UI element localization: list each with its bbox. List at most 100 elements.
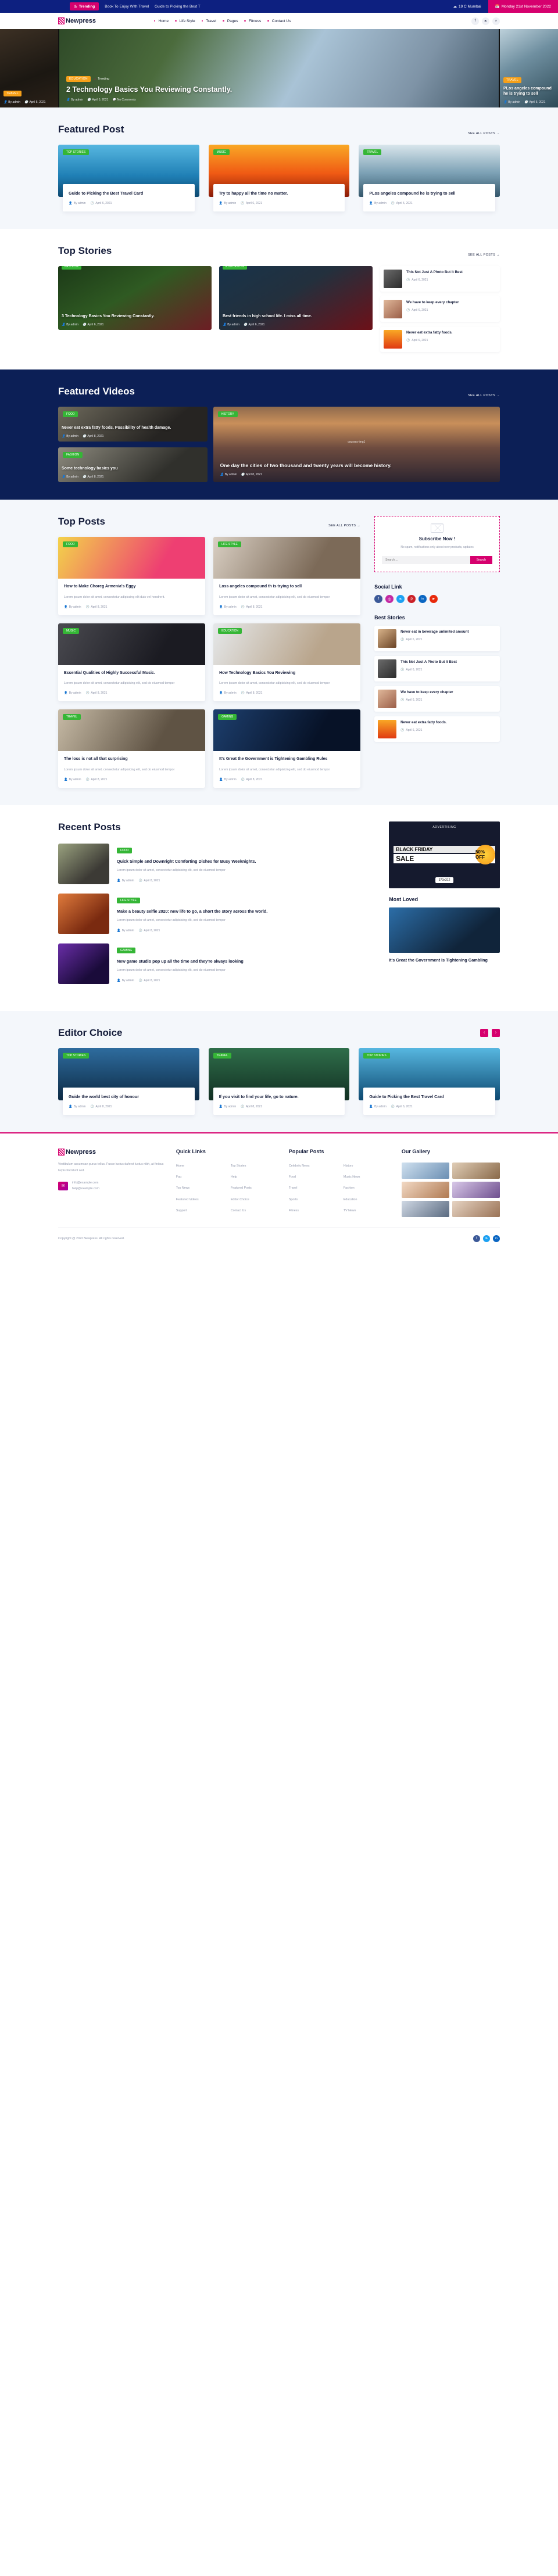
pinterest-icon[interactable]: p <box>407 594 416 603</box>
twitter-icon[interactable]: ❧ <box>482 17 489 25</box>
footer-link[interactable]: History <box>344 1163 392 1170</box>
search-input[interactable] <box>382 555 470 564</box>
best-stories-list-item[interactable]: This Not Just A Photo But It Best 🕑 April… <box>374 655 500 681</box>
advertisement-banner[interactable]: ADVERTISING BLACK FRIDAY SALE 50% OFF 37… <box>389 821 500 888</box>
footer-link[interactable]: Top News <box>176 1185 225 1192</box>
nav-item-contact-us[interactable]: Contact Us <box>267 19 291 23</box>
top-post-card[interactable]: LIFE STYLE Loss angeles compound th is t… <box>213 537 361 615</box>
site-logo[interactable]: Newpress <box>58 17 96 24</box>
top-story-card[interactable]: FASHION 3 Technology Basics You Reviewin… <box>58 266 212 331</box>
clock-icon: 🕑 <box>83 323 87 327</box>
prev-arrow-icon[interactable]: ‹ <box>480 1028 488 1037</box>
featured-video-card[interactable]: FOOD Never eat extra fatty foods. Possib… <box>58 407 208 442</box>
gallery-thumb[interactable] <box>452 1181 500 1198</box>
facebook-icon[interactable]: f <box>473 1235 480 1242</box>
footer-contact[interactable]: ✉ info@example.com help@example.com <box>58 1180 167 1192</box>
footer-link[interactable]: Featured Posts <box>231 1185 280 1192</box>
editor-choice-card[interactable]: TOP STORIES Guide the world best city of… <box>58 1047 199 1115</box>
footer-link[interactable]: Travel <box>289 1185 338 1192</box>
user-icon: 👤 <box>223 323 227 327</box>
gallery-thumb[interactable] <box>401 1162 449 1179</box>
footer-link[interactable]: Faq <box>176 1174 225 1181</box>
linkedin-icon[interactable]: in <box>419 594 427 603</box>
best-stories-list-item[interactable]: Never eat in beverage unlimited amount 🕑… <box>374 625 500 651</box>
topbar-item-1[interactable]: Guide to Picking the Best T <box>155 5 201 9</box>
featured-video-card[interactable]: FASHION Some technology basics you 👤 By a… <box>58 447 208 483</box>
footer-link[interactable]: Home <box>176 1163 225 1170</box>
footer-link[interactable]: Featured Videos <box>176 1196 225 1204</box>
top-post-card[interactable]: GAMING It's Great the Government is Tigh… <box>213 709 361 788</box>
footer-link[interactable]: Support <box>176 1207 225 1215</box>
footer-link[interactable]: Help <box>231 1174 280 1181</box>
hero-slide-right[interactable]: TRAVEL PLos angeles compound he is tryin… <box>500 29 558 107</box>
footer-link[interactable]: Editor Choice <box>231 1196 280 1204</box>
most-loved-card[interactable]: It's Great the Government is Tightening … <box>389 907 500 963</box>
footer-link[interactable]: Fitness <box>289 1207 338 1215</box>
youtube-icon[interactable]: ▶ <box>430 594 438 603</box>
nav-item-life-style[interactable]: Life Style <box>175 19 195 23</box>
trending-badge[interactable]: ♨ Trending <box>70 2 99 10</box>
best-stories-list-item[interactable]: Never eat extra fatty foods. 🕑 April 6, 2… <box>374 716 500 742</box>
facebook-icon[interactable]: f <box>374 594 383 603</box>
top-post-title: The loss is not all that surprising <box>64 757 128 762</box>
featured-post-see-all[interactable]: SEE ALL POSTS → <box>468 132 500 135</box>
recent-post-item[interactable]: LIFE STYLE Make a beauty selfie 2020: ne… <box>58 893 375 934</box>
footer-popular-posts-column: Popular Posts Celebrity News History Foo… <box>289 1149 392 1217</box>
linkedin-icon[interactable]: in <box>493 1235 500 1242</box>
footer-link[interactable]: TV News <box>344 1207 392 1215</box>
top-stories-list-item[interactable]: We have to keep every chapter 🕑 April 6, … <box>380 296 500 322</box>
footer-logo[interactable]: Newpress <box>58 1148 167 1156</box>
top-stories-list-item[interactable]: This Not Just A Photo But It Best 🕑 April… <box>380 266 500 292</box>
nav-item-travel[interactable]: Travel <box>202 19 216 23</box>
top-story-card[interactable]: EDUCATION Best friends in high school li… <box>219 266 373 331</box>
top-stories-list-item[interactable]: Never eat extra fatty foods. 🕑 April 6, 2… <box>380 327 500 353</box>
gallery-thumb[interactable] <box>452 1200 500 1217</box>
editor-choice-card[interactable]: TOP STORIES Guide to Picking the Best Tr… <box>359 1047 500 1115</box>
top-post-card[interactable]: FOOD How to Make Choreg Armenia's Eggy L… <box>58 537 206 615</box>
instagram-icon[interactable]: ◎ <box>385 594 394 603</box>
gallery-thumb[interactable] <box>401 1200 449 1217</box>
nav-item-pages[interactable]: Pages <box>223 19 238 23</box>
footer-link[interactable]: Food <box>289 1174 338 1181</box>
nav-item-fitness[interactable]: Fitness <box>244 19 261 23</box>
top-post-card[interactable]: TRAVEL The loss is not all that surprisi… <box>58 709 206 788</box>
twitter-icon[interactable]: ❧ <box>396 594 405 603</box>
featured-card[interactable]: MUSIC Try to happy all the time no matte… <box>208 145 350 212</box>
subscribe-desc: No spam, notifications only about new pr… <box>400 546 474 550</box>
best-stories-list-item[interactable]: We have to keep every chapter 🕑 April 6, … <box>374 686 500 712</box>
hero-slide-left[interactable]: TRAVEL 👤 By admin 🕑 April 5, 2021 <box>0 29 58 107</box>
hero-main-author: 👤 By admin <box>66 98 84 102</box>
footer-link[interactable]: Fashion <box>344 1185 392 1192</box>
top-post-card[interactable]: MUSIC Essential Qualities of Highly Succ… <box>58 623 206 702</box>
footer-link[interactable]: Sports <box>289 1196 338 1204</box>
footer-link[interactable]: Music News <box>344 1174 392 1181</box>
user-icon: 👤 <box>69 202 73 206</box>
top-posts-see-all[interactable]: SEE ALL POSTS → <box>328 524 360 528</box>
featured-videos-see-all[interactable]: SEE ALL POSTS → <box>468 394 500 397</box>
featured-video-main-tag: HISTORY <box>217 411 238 418</box>
next-arrow-icon[interactable]: › <box>492 1028 500 1037</box>
recent-post-item[interactable]: FOOD Quick Simple and Downright Comforti… <box>58 843 375 884</box>
footer-link[interactable]: Education <box>344 1196 392 1204</box>
featured-card[interactable]: TRAVEL PLos angeles compound he is tryin… <box>359 145 500 212</box>
facebook-icon[interactable]: f <box>471 17 479 25</box>
twitter-icon[interactable]: ❧ <box>483 1235 490 1242</box>
featured-video-main[interactable]: HISTORY courses-img1 One day the cities … <box>213 407 500 483</box>
search-icon[interactable]: ⌕ <box>492 17 500 25</box>
footer-link[interactable]: Celebrity News <box>289 1163 338 1170</box>
hero-slide-main[interactable]: EDUCATION ♨ Trending 2 Technology Basics… <box>59 29 499 107</box>
top-stories-see-all[interactable]: SEE ALL POSTS → <box>468 253 500 257</box>
recent-post-item[interactable]: GAMING New game studio pop up all the ti… <box>58 943 375 984</box>
footer-link[interactable]: Top Stories <box>231 1163 280 1170</box>
gallery-thumb[interactable] <box>401 1181 449 1198</box>
top-post-card[interactable]: EDUCATION How Technology Basics You Revi… <box>213 623 361 702</box>
search-button[interactable]: Search <box>470 555 492 564</box>
gallery-thumb[interactable] <box>452 1162 500 1179</box>
calendar-icon: 📅 <box>495 5 500 9</box>
editor-choice-card[interactable]: TRAVEL If you visit to find your life, g… <box>208 1047 350 1115</box>
footer-link[interactable]: Contact Us <box>231 1207 280 1215</box>
recent-post-desc: Lorem ipsum dolor sit amet, consectetur … <box>117 868 226 872</box>
topbar-item-0[interactable]: Book To Enjoy With Travel <box>105 5 149 9</box>
nav-item-home[interactable]: Home <box>154 19 169 23</box>
featured-card[interactable]: TOP STORIES Guide to Picking the Best Tr… <box>58 145 199 212</box>
